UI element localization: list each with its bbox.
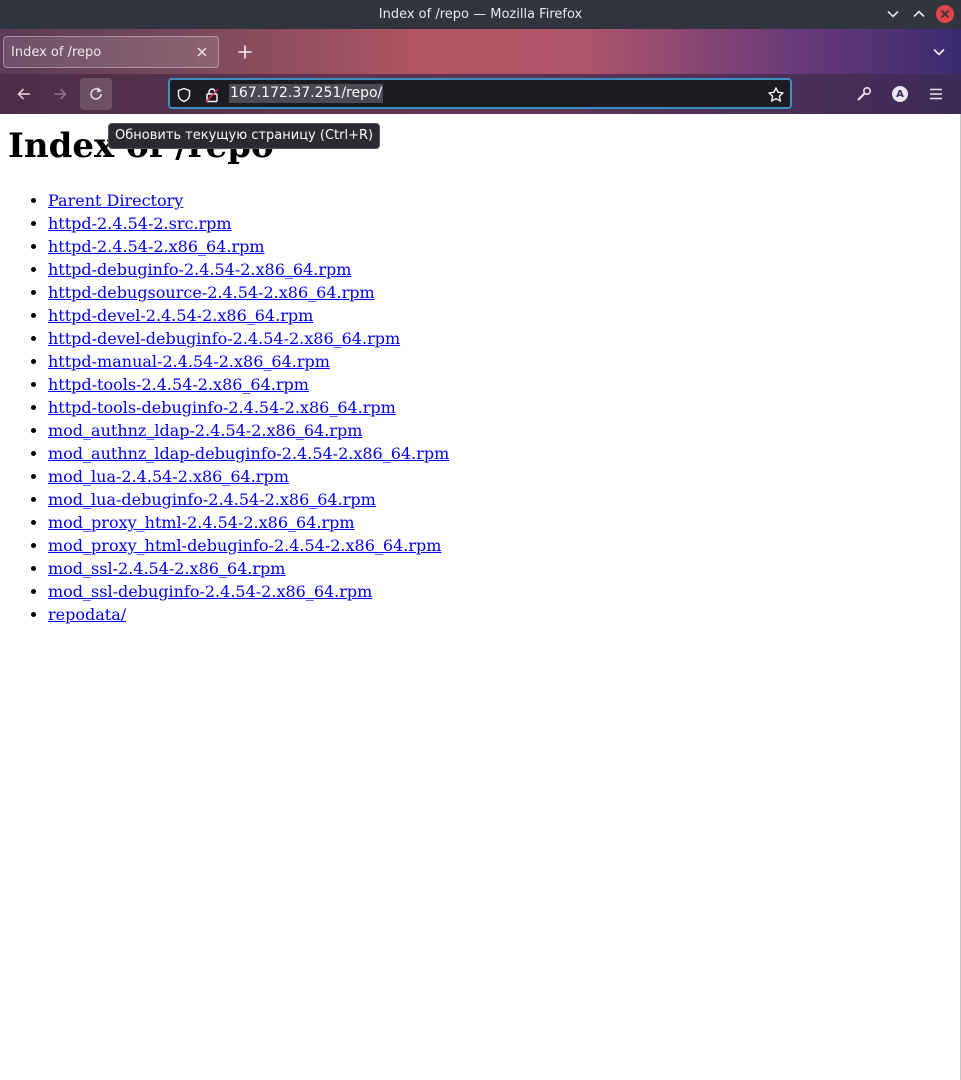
- forward-arrow-icon: [54, 88, 67, 100]
- parent-directory-link[interactable]: Parent Directory: [48, 191, 183, 210]
- list-item: httpd-2.4.54-2.src.rpm: [48, 212, 449, 235]
- list-item: httpd-tools-debuginfo-2.4.54-2.x86_64.rp…: [48, 396, 449, 419]
- reload-icon: [90, 87, 102, 100]
- reload-button[interactable]: [80, 78, 112, 110]
- reload-tooltip: Обновить текущую страницу (Ctrl+R): [108, 123, 381, 149]
- file-listing: Parent Directory httpd-2.4.54-2.src.rpm …: [0, 189, 449, 626]
- close-icon: [197, 47, 207, 57]
- window-controls: [883, 4, 955, 24]
- file-link[interactable]: httpd-2.4.54-2.x86_64.rpm: [48, 237, 265, 256]
- list-item: mod_ssl-2.4.54-2.x86_64.rpm: [48, 557, 449, 580]
- tab-close-button[interactable]: [192, 42, 212, 62]
- tab-label: Index of /repo: [11, 44, 102, 60]
- file-link[interactable]: httpd-debuginfo-2.4.54-2.x86_64.rpm: [48, 260, 351, 279]
- file-link[interactable]: mod_authnz_ldap-debuginfo-2.4.54-2.x86_6…: [48, 444, 449, 463]
- list-item: mod_lua-debuginfo-2.4.54-2.x86_64.rpm: [48, 488, 449, 511]
- window-title: Index of /repo — Mozilla Firefox: [378, 7, 583, 22]
- list-item: mod_ssl-debuginfo-2.4.54-2.x86_64.rpm: [48, 580, 449, 603]
- file-link[interactable]: mod_ssl-debuginfo-2.4.54-2.x86_64.rpm: [48, 582, 372, 601]
- back-arrow-icon: [17, 88, 30, 100]
- page-content: Index of /repo Parent Directory httpd-2.…: [0, 114, 960, 1080]
- chevron-down-icon: [887, 10, 899, 18]
- close-window-button[interactable]: [935, 4, 955, 24]
- url-text[interactable]: 167.172.37.251/repo/: [229, 84, 384, 103]
- list-item: mod_authnz_ldap-2.4.54-2.x86_64.rpm: [48, 419, 449, 442]
- plus-icon: [238, 45, 252, 59]
- list-item: Parent Directory: [48, 189, 449, 212]
- list-item: httpd-2.4.54-2.x86_64.rpm: [48, 235, 449, 258]
- chevron-up-icon: [913, 10, 925, 18]
- hamburger-menu-icon: [930, 88, 942, 100]
- tab-strip: Index of /repo: [0, 29, 961, 74]
- file-link[interactable]: mod_proxy_html-2.4.54-2.x86_64.rpm: [48, 513, 355, 532]
- navigation-toolbar: 167.172.37.251/repo/ A: [0, 74, 961, 114]
- list-item: mod_lua-2.4.54-2.x86_64.rpm: [48, 465, 449, 488]
- new-tab-button[interactable]: [232, 39, 258, 65]
- tools-button[interactable]: [852, 82, 876, 106]
- file-link[interactable]: httpd-manual-2.4.54-2.x86_64.rpm: [48, 352, 330, 371]
- app-menu-button[interactable]: [924, 82, 948, 106]
- file-link[interactable]: mod_lua-debuginfo-2.4.54-2.x86_64.rpm: [48, 490, 376, 509]
- minimize-button[interactable]: [883, 4, 903, 24]
- window-titlebar: Index of /repo — Mozilla Firefox: [0, 0, 961, 29]
- bookmark-star-icon[interactable]: [766, 85, 786, 105]
- list-item: httpd-tools-2.4.54-2.x86_64.rpm: [48, 373, 449, 396]
- file-link[interactable]: httpd-debugsource-2.4.54-2.x86_64.rpm: [48, 283, 375, 302]
- file-link[interactable]: mod_proxy_html-debuginfo-2.4.54-2.x86_64…: [48, 536, 441, 555]
- list-item: mod_authnz_ldap-debuginfo-2.4.54-2.x86_6…: [48, 442, 449, 465]
- file-link[interactable]: mod_authnz_ldap-2.4.54-2.x86_64.rpm: [48, 421, 362, 440]
- list-item: httpd-debuginfo-2.4.54-2.x86_64.rpm: [48, 258, 449, 281]
- list-item: httpd-devel-2.4.54-2.x86_64.rpm: [48, 304, 449, 327]
- account-button[interactable]: A: [888, 82, 912, 106]
- file-link[interactable]: mod_ssl-2.4.54-2.x86_64.rpm: [48, 559, 285, 578]
- back-button[interactable]: [8, 78, 40, 110]
- url-bar[interactable]: 167.172.37.251/repo/: [168, 78, 792, 109]
- list-item: httpd-devel-debuginfo-2.4.54-2.x86_64.rp…: [48, 327, 449, 350]
- list-item: mod_proxy_html-2.4.54-2.x86_64.rpm: [48, 511, 449, 534]
- directory-link[interactable]: repodata/: [48, 605, 126, 624]
- tracking-protection-shield-icon[interactable]: [174, 85, 194, 105]
- insecure-lock-icon[interactable]: [202, 85, 222, 105]
- list-item: httpd-manual-2.4.54-2.x86_64.rpm: [48, 350, 449, 373]
- list-item: repodata/: [48, 603, 449, 626]
- tab-index-of-repo[interactable]: Index of /repo: [3, 36, 219, 68]
- account-avatar-icon: A: [892, 86, 908, 102]
- file-link[interactable]: httpd-devel-debuginfo-2.4.54-2.x86_64.rp…: [48, 329, 400, 348]
- list-all-tabs-button[interactable]: [927, 40, 951, 64]
- file-link[interactable]: httpd-devel-2.4.54-2.x86_64.rpm: [48, 306, 313, 325]
- list-item: mod_proxy_html-debuginfo-2.4.54-2.x86_64…: [48, 534, 449, 557]
- list-item: httpd-debugsource-2.4.54-2.x86_64.rpm: [48, 281, 449, 304]
- file-link[interactable]: httpd-tools-2.4.54-2.x86_64.rpm: [48, 375, 309, 394]
- file-link[interactable]: httpd-2.4.54-2.src.rpm: [48, 214, 232, 233]
- forward-button[interactable]: [44, 78, 76, 110]
- chevron-down-icon: [933, 48, 945, 56]
- file-link[interactable]: mod_lua-2.4.54-2.x86_64.rpm: [48, 467, 289, 486]
- file-link[interactable]: httpd-tools-debuginfo-2.4.54-2.x86_64.rp…: [48, 398, 396, 417]
- close-icon: [936, 5, 954, 23]
- maximize-button[interactable]: [909, 4, 929, 24]
- wrench-icon: [857, 86, 872, 101]
